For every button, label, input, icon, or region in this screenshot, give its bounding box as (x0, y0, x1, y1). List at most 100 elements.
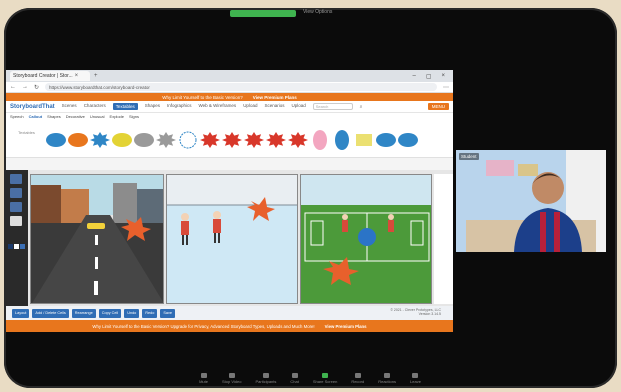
palette-shape-cloud-gray[interactable] (134, 133, 154, 147)
nav-item[interactable]: Shapes (145, 103, 160, 110)
extensions-icon[interactable]: ⋯ (443, 84, 449, 91)
tool-icon[interactable] (10, 188, 22, 198)
nav-item[interactable]: Upload (291, 103, 305, 110)
maximize-icon[interactable]: ▢ (426, 73, 432, 80)
toolbar-button[interactable]: Redo (142, 308, 158, 318)
textables-subnav: Speech Callout Shapes Decorative Unusual Expl… (6, 113, 453, 120)
palette-shape-circle-dashed[interactable] (179, 131, 197, 149)
meeting-control[interactable]: Reactions (378, 373, 396, 387)
palette-shape-wham-red[interactable] (222, 132, 242, 148)
nav-item[interactable]: Characters (84, 103, 106, 110)
meeting-control[interactable]: Record (351, 373, 364, 387)
toolbar-button[interactable]: Copy Cell (98, 308, 122, 318)
participant-name: Student (459, 153, 479, 160)
subnav-item[interactable]: Speech (10, 114, 24, 119)
back-icon[interactable]: ← (10, 84, 16, 90)
tab-bar: Storyboard Creator | Stor... × + – ▢ × (6, 70, 453, 82)
toolbar-button[interactable]: Add / Delete Cells (32, 308, 69, 318)
color-swatches (8, 244, 25, 249)
search-icon[interactable]: ⌕ (360, 104, 363, 109)
meeting-controls: Mute Stop Video Participants Chat Share Scre… (30, 373, 590, 387)
meeting-control[interactable]: Participants (255, 373, 276, 387)
scroll-area[interactable] (434, 174, 453, 304)
meeting-control-label: Stop Video (221, 379, 242, 384)
meeting-control-icon (200, 373, 207, 378)
street-scene (31, 175, 163, 303)
nav-item[interactable]: Infographics (167, 103, 192, 110)
reload-icon[interactable]: ↻ (34, 84, 39, 91)
meeting-control[interactable]: Mute (199, 373, 208, 387)
tab-title: Storyboard Creator | Stor... (13, 73, 73, 79)
color-swatch[interactable] (8, 244, 13, 249)
site-nav: StoryboardThat Scenes Characters Textables… (6, 101, 453, 113)
zoom-screen-share-indicator[interactable] (230, 10, 296, 17)
toolbar-button[interactable]: Rearrange (71, 308, 96, 318)
storyboard-cell-2[interactable] (166, 174, 298, 304)
banner-upgrade-link[interactable]: View Premium Plans (253, 95, 297, 100)
bottom-toolbar: Layout Add / Delete Cells Rearrange Copy Ce… (6, 306, 453, 320)
new-tab-icon[interactable]: + (94, 73, 98, 79)
subnav-item[interactable]: Unusual (90, 114, 105, 119)
palette-shape-bang-red[interactable] (244, 132, 264, 148)
subnav-item[interactable]: Shapes (47, 114, 61, 119)
palette-shapes (46, 130, 418, 150)
menu-button[interactable]: MENU (427, 103, 449, 110)
palette-shape-pow-red[interactable] (200, 132, 220, 148)
palette-shape-splat-red[interactable] (288, 132, 308, 148)
storyboard-cell-1[interactable] (30, 174, 164, 304)
meeting-control[interactable]: Stop Video (221, 373, 242, 387)
color-swatch[interactable] (14, 244, 19, 249)
close-tab-icon[interactable]: × (75, 73, 79, 79)
meeting-control-icon (384, 373, 391, 378)
meeting-control-label: Chat (290, 379, 299, 384)
tool-icon[interactable] (10, 202, 22, 212)
meeting-control[interactable]: Chat (290, 373, 299, 387)
meeting-control-icon (412, 373, 419, 378)
color-swatch[interactable] (20, 244, 25, 249)
view-options-label[interactable]: View Options (303, 9, 332, 15)
storyboard-workspace (6, 170, 453, 306)
palette-shape-blob-yellow[interactable] (112, 133, 132, 147)
nav-item[interactable]: Scenarios (264, 103, 284, 110)
palette-shape-boom-red[interactable] (266, 132, 286, 148)
palette-shape-burst-blue[interactable] (90, 132, 110, 148)
palette-shape-blob-orange[interactable] (68, 133, 88, 147)
subnav-item[interactable]: Signs (129, 114, 139, 119)
storyboard-cell-3[interactable] (300, 174, 432, 304)
nav-item[interactable]: Web & Wireframes (199, 103, 237, 110)
search-input[interactable]: Search (312, 103, 353, 110)
close-window-icon[interactable]: × (441, 73, 445, 80)
tool-icon[interactable] (10, 216, 22, 226)
tool-icon[interactable] (10, 174, 22, 184)
palette-shape-starburst-gray[interactable] (156, 132, 176, 148)
toolbar-button[interactable]: Save (160, 308, 176, 318)
bottom-strip-link[interactable]: View Premium Plans (325, 324, 367, 329)
ice-rink-scene (167, 175, 297, 303)
toolbar-button[interactable]: Layout (12, 308, 30, 318)
palette-shape-lines-yellow[interactable] (356, 134, 372, 146)
palette-shape-blob-blue[interactable] (46, 133, 66, 147)
palette-shape-oval-blue[interactable] (335, 130, 349, 150)
nav-item[interactable]: Textables (112, 103, 138, 110)
browser-tab[interactable]: Storyboard Creator | Stor... × (10, 71, 90, 81)
participant-video[interactable]: Student (456, 150, 606, 252)
subnav-item[interactable]: Callout (29, 114, 43, 119)
palette-shape-splash-blue[interactable] (376, 133, 396, 147)
site-logo[interactable]: StoryboardThat (10, 104, 55, 110)
version-line: Version 3.14.5 (418, 312, 441, 316)
nav-item[interactable]: Scenes (62, 103, 77, 110)
minimize-icon[interactable]: – (412, 73, 415, 80)
subnav-item[interactable]: Decorative (66, 114, 85, 119)
palette-shape-ribbon-blue[interactable] (398, 133, 418, 147)
meeting-control[interactable]: Leave (410, 373, 421, 387)
meeting-control-icon (262, 373, 269, 378)
toolbar-button[interactable]: Undo (124, 308, 140, 318)
url-field[interactable]: https://www.storyboardthat.com/storyboar… (45, 83, 437, 91)
subnav-item[interactable]: Explode (110, 114, 124, 119)
meeting-control[interactable]: Share Screen (313, 373, 337, 387)
banner-text: Why Limit Yourself to the Basic Version? (162, 94, 243, 100)
nav-item[interactable]: Upload (243, 103, 257, 110)
palette-shape-oval-pink[interactable] (313, 130, 327, 150)
soccer-field-scene (301, 175, 431, 303)
forward-icon[interactable]: → (22, 84, 28, 90)
